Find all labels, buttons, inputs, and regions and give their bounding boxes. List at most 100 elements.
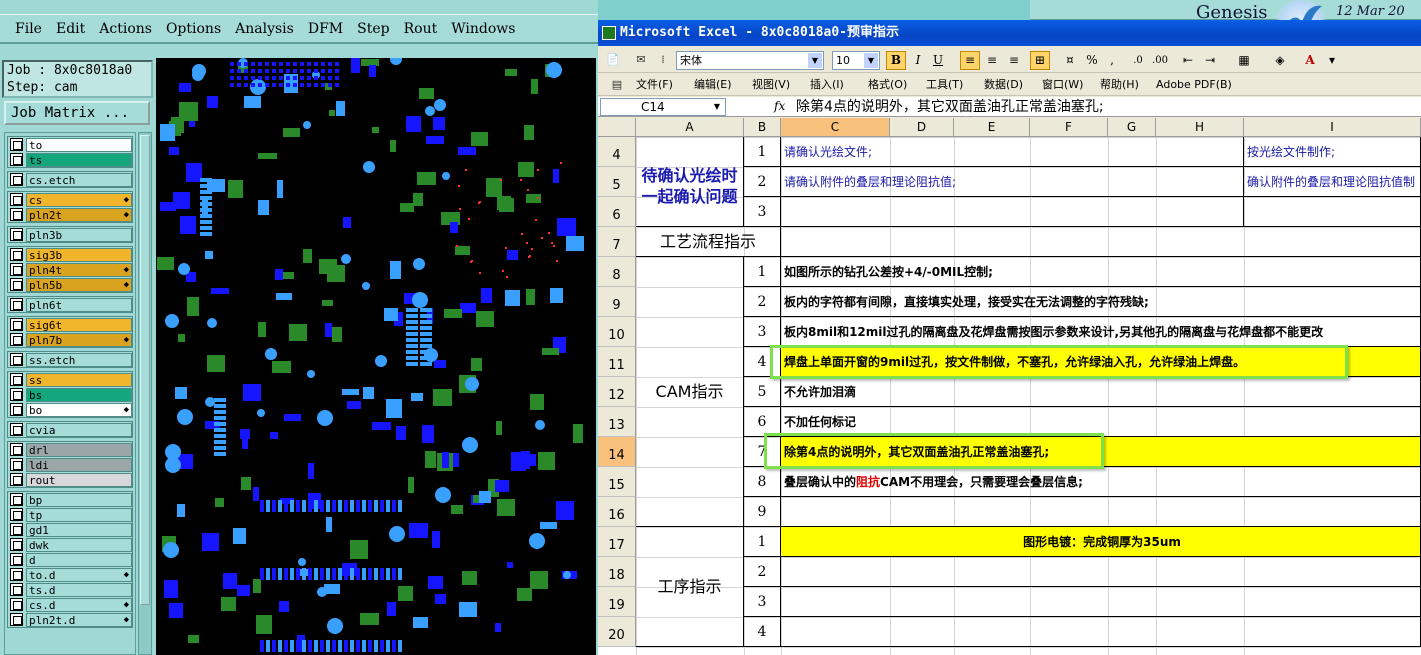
- layer-name[interactable]: pln2t.d ◆: [26, 612, 132, 627]
- layer-checkbox[interactable]: [10, 568, 23, 581]
- item-number-cell[interactable]: 1: [744, 527, 781, 557]
- layer-row[interactable]: d: [8, 552, 132, 567]
- layer-checkbox[interactable]: [10, 173, 23, 186]
- column-header[interactable]: A: [636, 118, 744, 137]
- row-header[interactable]: 17: [598, 527, 636, 557]
- layer-row[interactable]: sig6t: [8, 317, 132, 332]
- layer-name[interactable]: cs.etch: [26, 172, 132, 187]
- confirm-answer-cell[interactable]: 确认附件的叠层和理论阻抗值制: [1244, 167, 1421, 197]
- item-number-cell[interactable]: 3: [744, 197, 781, 227]
- confirm-answer-cell[interactable]: [1244, 197, 1421, 227]
- layer-name[interactable]: gd1: [26, 522, 132, 537]
- layer-name[interactable]: pln5b ◆: [26, 277, 132, 292]
- layer-checkbox[interactable]: [10, 458, 23, 471]
- item-number-cell[interactable]: 4: [744, 617, 781, 647]
- scrollbar-thumb[interactable]: [140, 135, 150, 605]
- decrease-decimal-button[interactable]: .00: [1150, 51, 1170, 70]
- layer-row[interactable]: bo ◆: [8, 402, 132, 417]
- layer-checkbox[interactable]: [10, 263, 23, 276]
- row-header[interactable]: 9: [598, 287, 636, 317]
- layer-name[interactable]: d: [26, 552, 132, 567]
- layer-name[interactable]: cs.d ◆: [26, 597, 132, 612]
- layer-name[interactable]: sig6t: [26, 317, 132, 332]
- genesis-menu-options[interactable]: Options: [166, 21, 221, 37]
- align-center-button[interactable]: ≡: [982, 51, 1002, 70]
- column-header[interactable]: D: [890, 118, 954, 137]
- layer-row[interactable]: cs.etch: [8, 172, 132, 187]
- layer-checkbox[interactable]: [10, 473, 23, 486]
- chevron-down-icon[interactable]: ▼: [808, 53, 822, 68]
- font-size-select[interactable]: 10 ▼: [832, 51, 880, 70]
- row-header[interactable]: 18: [598, 557, 636, 587]
- cam-item-cell[interactable]: 板内8mil和12mil过孔的隔离盘及花焊盘需按图示参数来设计,另其他孔的隔离盘…: [781, 317, 1421, 347]
- excel-titlebar[interactable]: Microsoft Excel - 8x0c8018a0-预审指示: [598, 20, 1421, 46]
- row-header[interactable]: 10: [598, 317, 636, 347]
- excel-menu-item[interactable]: 插入(I): [810, 77, 844, 93]
- layer-checkbox[interactable]: [10, 523, 23, 536]
- currency-button[interactable]: ¤: [1060, 51, 1080, 70]
- layer-checkbox[interactable]: [10, 298, 23, 311]
- excel-menu-item[interactable]: 编辑(E): [694, 77, 732, 93]
- layer-checkbox[interactable]: [10, 193, 23, 206]
- item-number-cell[interactable]: 2: [744, 287, 781, 317]
- row-header[interactable]: 11: [598, 347, 636, 377]
- layer-list-scrollbar[interactable]: [138, 132, 152, 655]
- genesis-menu-actions[interactable]: Actions: [99, 21, 152, 37]
- layer-row[interactable]: ldi: [8, 457, 132, 472]
- row-header[interactable]: 19: [598, 587, 636, 617]
- item-number-cell[interactable]: 2: [744, 557, 781, 587]
- column-header[interactable]: E: [954, 118, 1030, 137]
- toolbar-options-icon[interactable]: ▾: [1322, 51, 1342, 70]
- confirm-item-cell[interactable]: 请确认光绘文件;: [781, 137, 1244, 167]
- align-left-button[interactable]: ≡: [960, 51, 980, 70]
- row-header[interactable]: 7: [598, 227, 636, 257]
- layer-row[interactable]: to: [8, 137, 132, 152]
- procedure-item-cell[interactable]: [781, 587, 1421, 617]
- layer-row[interactable]: cs.d ◆: [8, 597, 132, 612]
- layer-row[interactable]: ss: [8, 372, 132, 387]
- layer-name[interactable]: ts: [26, 152, 132, 167]
- item-number-cell[interactable]: 3: [744, 317, 781, 347]
- layer-row[interactable]: pln5b ◆: [8, 277, 132, 292]
- layer-name[interactable]: drl: [26, 442, 132, 457]
- layer-name[interactable]: pln7b ◆: [26, 332, 132, 347]
- process-title-cell[interactable]: 工艺流程指示: [636, 227, 781, 257]
- bold-button[interactable]: B: [886, 51, 906, 70]
- row-header[interactable]: 14: [598, 437, 636, 467]
- column-header[interactable]: G: [1108, 118, 1156, 137]
- layer-name[interactable]: cs ◆: [26, 192, 132, 207]
- borders-icon[interactable]: ▦: [1234, 51, 1254, 70]
- select-all-corner[interactable]: [598, 118, 636, 137]
- layer-name[interactable]: ss.etch: [26, 352, 132, 367]
- layer-row[interactable]: to.d ◆: [8, 567, 132, 582]
- layer-checkbox[interactable]: [10, 318, 23, 331]
- layer-name[interactable]: dwk: [26, 537, 132, 552]
- layer-row[interactable]: pln4t ◆: [8, 262, 132, 277]
- genesis-menu-windows[interactable]: Windows: [451, 21, 515, 37]
- column-header[interactable]: B: [744, 118, 781, 137]
- layer-name[interactable]: cvia: [26, 422, 132, 437]
- layer-name[interactable]: pln3b: [26, 227, 132, 242]
- row-header[interactable]: 13: [598, 407, 636, 437]
- fill-color-icon[interactable]: ◈: [1270, 51, 1290, 70]
- layer-row[interactable]: cs ◆: [8, 192, 132, 207]
- layer-checkbox[interactable]: [10, 553, 23, 566]
- layer-checkbox[interactable]: [10, 153, 23, 166]
- item-number-cell[interactable]: 2: [744, 167, 781, 197]
- layer-name[interactable]: tp: [26, 507, 132, 522]
- layer-row[interactable]: pln3b: [8, 227, 132, 242]
- align-right-button[interactable]: ≡: [1004, 51, 1024, 70]
- layer-row[interactable]: sig3b: [8, 247, 132, 262]
- layer-checkbox[interactable]: [10, 388, 23, 401]
- cam-item-cell[interactable]: [781, 497, 1421, 527]
- row-header[interactable]: 16: [598, 497, 636, 527]
- genesis-menu-analysis[interactable]: Analysis: [235, 21, 294, 37]
- layer-row[interactable]: cvia: [8, 422, 132, 437]
- genesis-menu-file[interactable]: File: [15, 21, 42, 37]
- row-header[interactable]: 12: [598, 377, 636, 407]
- layer-checkbox[interactable]: [10, 613, 23, 626]
- genesis-menu-dfm[interactable]: DFM: [308, 21, 343, 37]
- layer-name[interactable]: ldi: [26, 457, 132, 472]
- layer-checkbox[interactable]: [10, 248, 23, 261]
- row-header[interactable]: 5: [598, 167, 636, 197]
